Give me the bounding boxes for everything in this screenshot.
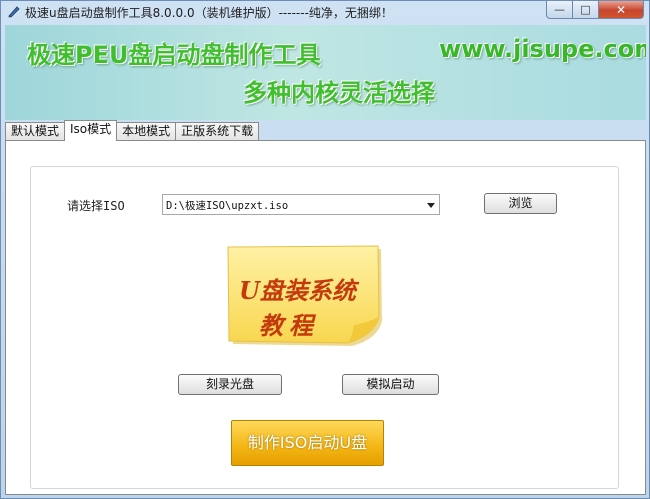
- window-title: 极速u盘启动盘制作工具8.0.0.0（装机维护版）-------纯净，无捆绑！: [25, 6, 393, 20]
- tab-system-download[interactable]: 正版系统下载: [175, 122, 260, 141]
- iso-path-value: D:\极速ISO\upzxt.iso: [166, 200, 289, 212]
- close-icon: ✕: [615, 2, 627, 17]
- tab-local-mode[interactable]: 本地模式: [116, 122, 177, 141]
- maximize-icon: □: [580, 3, 591, 16]
- tab-iso-mode[interactable]: Iso模式: [64, 120, 118, 141]
- note-line-1: U盘装系统: [239, 276, 356, 305]
- maximize-button[interactable]: □: [572, 1, 599, 19]
- note-line-2: 教程: [259, 311, 319, 340]
- make-iso-usb-button[interactable]: 制作ISO启动U盘: [231, 420, 384, 466]
- iso-select-label: 请选择ISO: [67, 199, 125, 213]
- mode-tabs: 默认模式 Iso模式 本地模式 正版系统下载: [5, 120, 260, 141]
- pen-app-icon: [8, 6, 20, 18]
- banner-title: 极速PEU盘启动盘制作工具: [27, 41, 321, 69]
- minimize-button[interactable]: —: [546, 1, 573, 19]
- chevron-down-icon[interactable]: [427, 203, 435, 208]
- banner-subtitle: 多种内核灵活选择: [243, 79, 435, 107]
- banner-url: www.jisupe.com: [439, 35, 646, 63]
- burn-disc-button[interactable]: 刻录光盘: [178, 374, 282, 395]
- iso-path-dropdown[interactable]: D:\极速ISO\upzxt.iso: [162, 194, 440, 215]
- simulate-boot-button[interactable]: 模拟启动: [342, 374, 439, 395]
- minimize-icon: —: [554, 3, 565, 16]
- title-bar[interactable]: 极速u盘启动盘制作工具8.0.0.0（装机维护版）-------纯净，无捆绑！ …: [1, 1, 649, 23]
- tab-default-mode[interactable]: 默认模式: [5, 122, 66, 141]
- header-banner: 极速PEU盘启动盘制作工具 www.jisupe.com 多种内核灵活选择: [5, 25, 646, 120]
- close-button[interactable]: ✕: [598, 1, 644, 19]
- browse-button[interactable]: 浏览: [484, 193, 557, 214]
- app-window: 极速u盘启动盘制作工具8.0.0.0（装机维护版）-------纯净，无捆绑！ …: [0, 0, 650, 499]
